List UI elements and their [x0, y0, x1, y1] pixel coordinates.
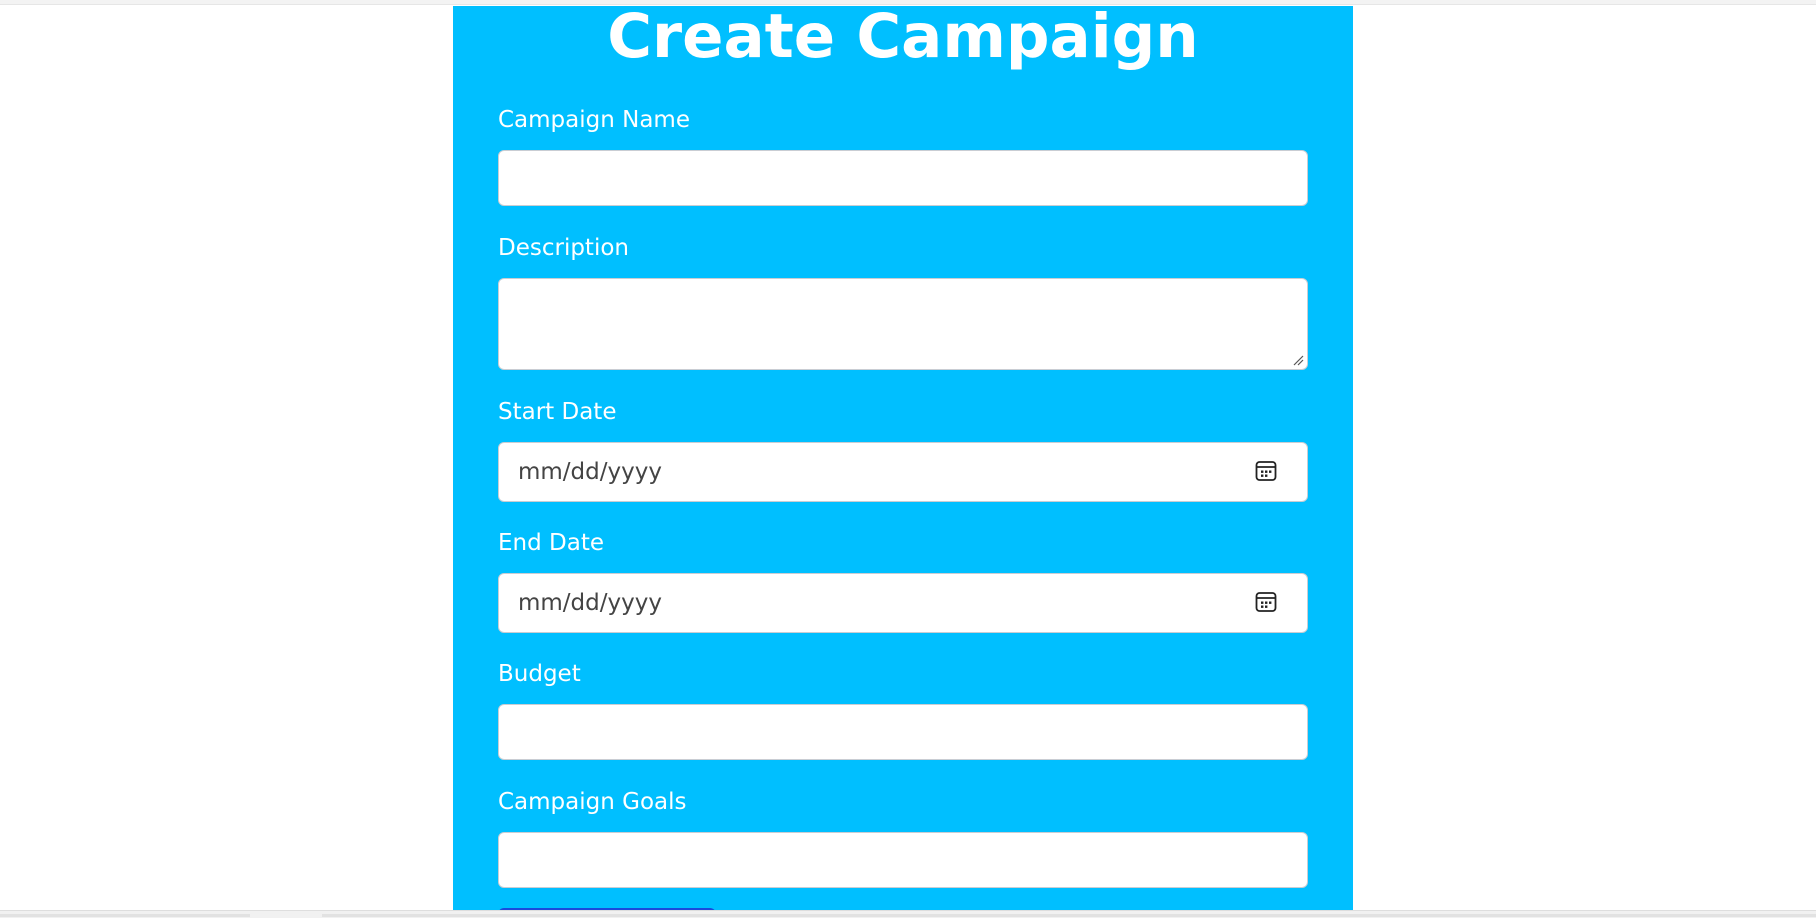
- create-campaign-form: Create Campaign Campaign Name Descriptio…: [453, 6, 1353, 910]
- start-date-placeholder: mm/dd/yyyy: [518, 459, 662, 485]
- resize-handle-icon[interactable]: [1292, 354, 1304, 366]
- page-title: Create Campaign: [607, 6, 1199, 72]
- start-date-label: Start Date: [498, 399, 617, 425]
- browser-top-edge: [0, 0, 1816, 5]
- description-label: Description: [498, 235, 629, 261]
- calendar-icon[interactable]: [1255, 460, 1277, 482]
- end-date-placeholder: mm/dd/yyyy: [518, 590, 662, 616]
- campaign-name-label: Campaign Name: [498, 107, 690, 133]
- scrollbar-track-segment: [0, 914, 250, 917]
- end-date-label: End Date: [498, 530, 604, 556]
- start-date-input[interactable]: mm/dd/yyyy: [498, 442, 1308, 502]
- campaign-goals-label: Campaign Goals: [498, 789, 687, 815]
- end-date-input[interactable]: mm/dd/yyyy: [498, 573, 1308, 633]
- campaign-name-input[interactable]: [498, 150, 1308, 206]
- budget-input[interactable]: [498, 704, 1308, 760]
- scrollbar-thumb[interactable]: [322, 914, 1816, 917]
- horizontal-scrollbar[interactable]: [0, 910, 1816, 918]
- description-textarea[interactable]: [498, 278, 1308, 370]
- calendar-icon[interactable]: [1255, 591, 1277, 613]
- campaign-goals-input[interactable]: [498, 832, 1308, 888]
- budget-label: Budget: [498, 661, 581, 687]
